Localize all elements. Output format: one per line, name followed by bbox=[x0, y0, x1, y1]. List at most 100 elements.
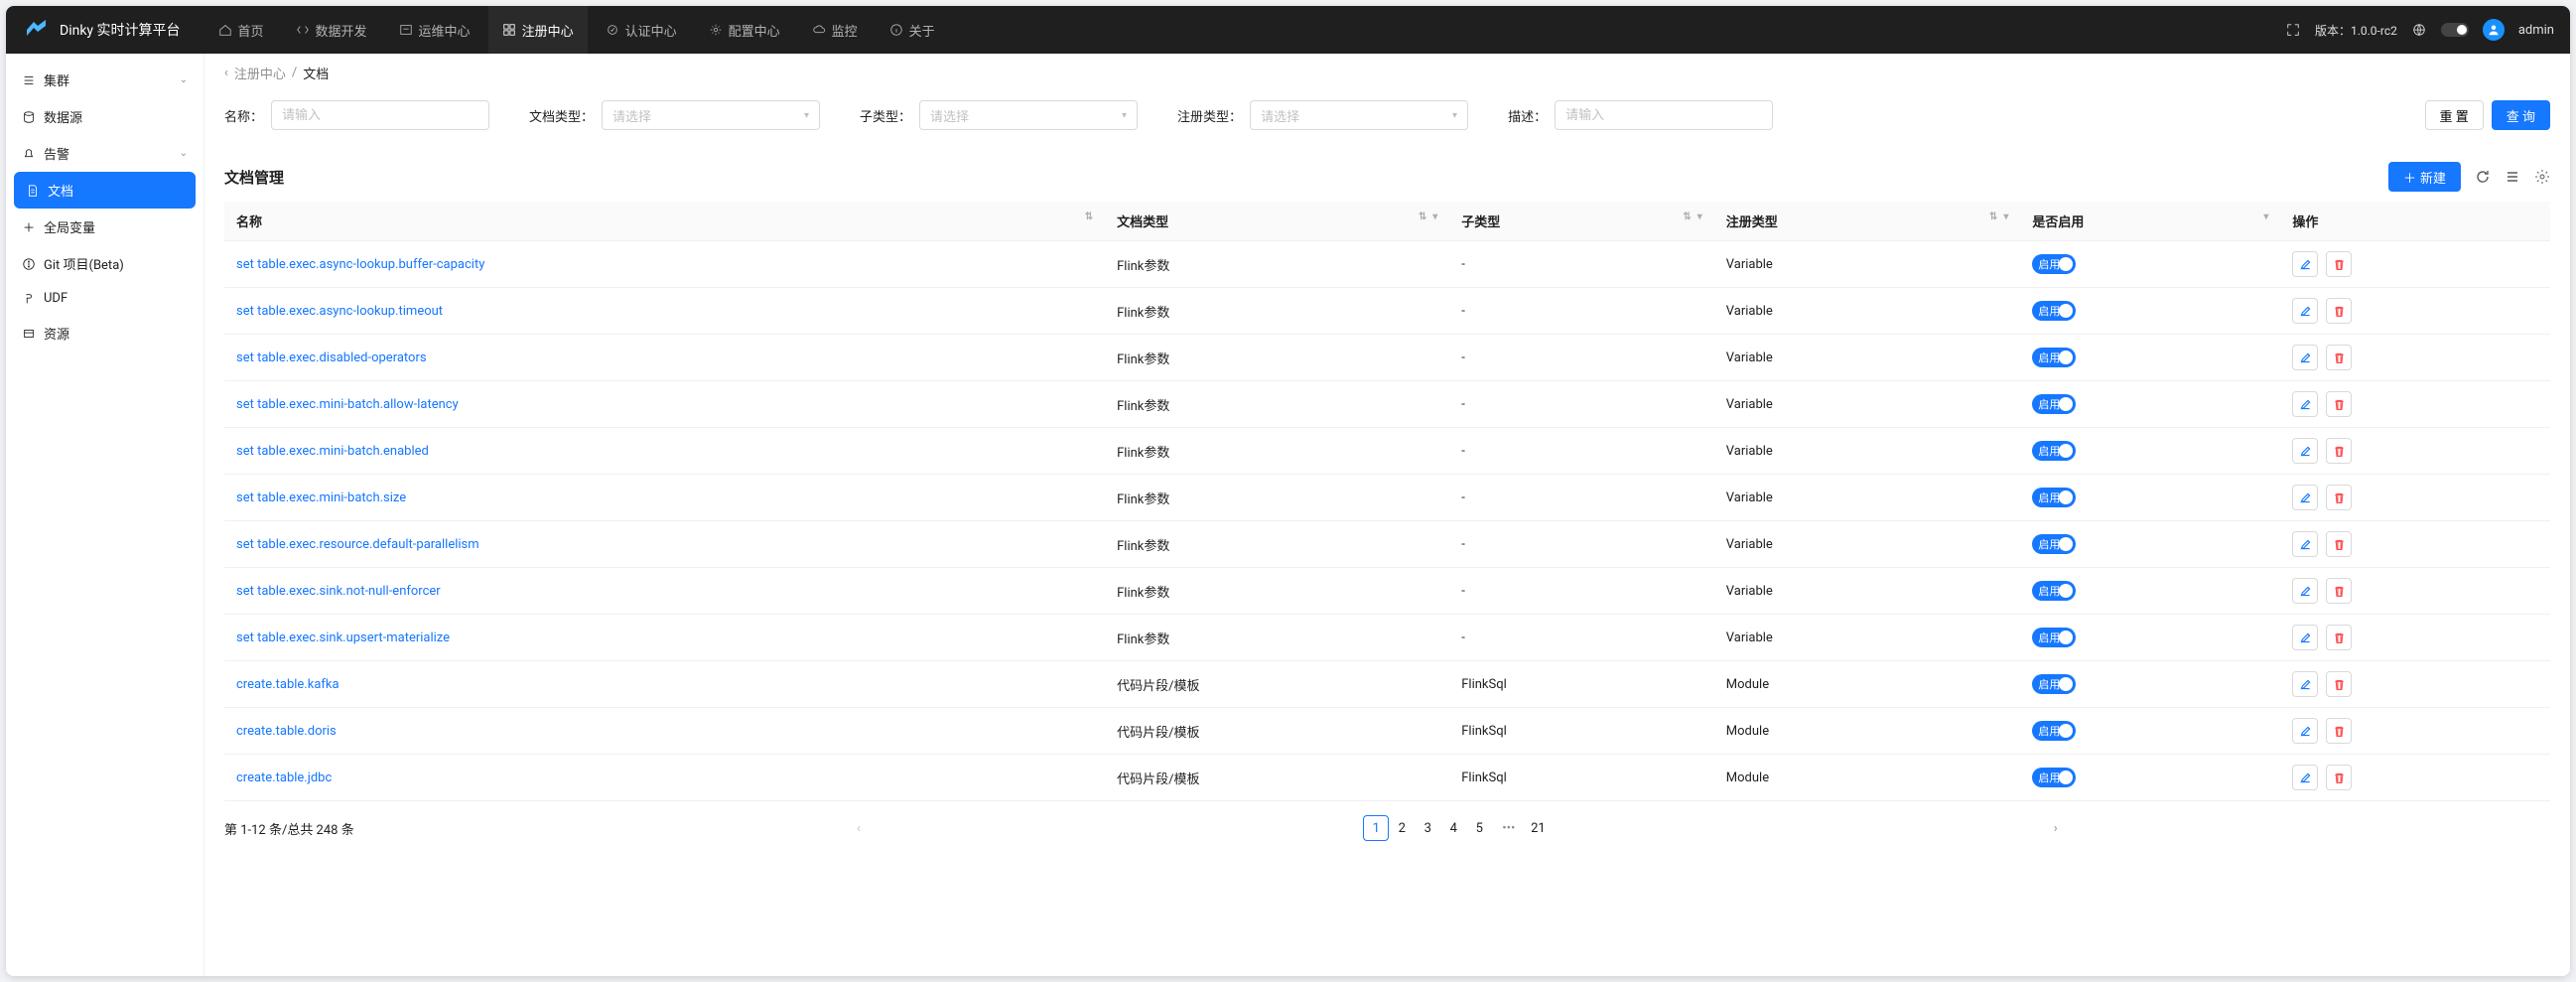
row-name-link[interactable]: set table.exec.mini-batch.size bbox=[236, 491, 406, 505]
edit-button[interactable] bbox=[2292, 438, 2318, 464]
sidebar-item-bell[interactable]: 告警⌄ bbox=[6, 135, 203, 172]
filter-regtype-select[interactable]: 请选择▾ bbox=[1250, 100, 1468, 130]
row-name-link[interactable]: set table.exec.sink.upsert-materialize bbox=[236, 631, 450, 645]
page-number[interactable]: 1 bbox=[1363, 815, 1389, 841]
sidebar-item-var[interactable]: 全局变量 bbox=[6, 209, 203, 245]
filter-icon[interactable]: ▾ bbox=[2263, 211, 2268, 222]
page-last[interactable]: 21 bbox=[1525, 815, 1551, 841]
edit-button[interactable] bbox=[2292, 345, 2318, 370]
row-name-link[interactable]: set table.exec.mini-batch.allow-latency bbox=[236, 397, 459, 412]
page-number[interactable]: 5 bbox=[1466, 815, 1492, 841]
theme-toggle[interactable] bbox=[2441, 23, 2469, 37]
delete-button[interactable] bbox=[2326, 625, 2352, 650]
col-enabled[interactable]: 是否启用▾ bbox=[2020, 202, 2280, 241]
sort-icon[interactable]: ⇅ bbox=[1683, 211, 1691, 222]
enable-switch[interactable]: 启用 bbox=[2032, 301, 2076, 321]
delete-button[interactable] bbox=[2326, 485, 2352, 510]
filter-name-input[interactable] bbox=[271, 100, 489, 130]
nav-code[interactable]: 数据开发 bbox=[282, 6, 381, 54]
enable-switch[interactable]: 启用 bbox=[2032, 721, 2076, 741]
filter-subtype-select[interactable]: 请选择▾ bbox=[919, 100, 1138, 130]
chevron-left-icon[interactable]: ‹ bbox=[224, 66, 228, 80]
edit-button[interactable] bbox=[2292, 578, 2318, 604]
col-doctype[interactable]: 文档类型⇅▾ bbox=[1105, 202, 1449, 241]
edit-button[interactable] bbox=[2292, 671, 2318, 697]
enable-switch[interactable]: 启用 bbox=[2032, 441, 2076, 461]
create-button[interactable]: ＋新建 bbox=[2388, 162, 2461, 192]
sort-icon[interactable]: ⇅ bbox=[1989, 211, 1997, 222]
enable-switch[interactable]: 启用 bbox=[2032, 394, 2076, 414]
delete-button[interactable] bbox=[2326, 765, 2352, 790]
sidebar-item-doc[interactable]: 文档 bbox=[14, 172, 196, 209]
edit-button[interactable] bbox=[2292, 625, 2318, 650]
delete-button[interactable] bbox=[2326, 251, 2352, 277]
filter-icon[interactable]: ▾ bbox=[2003, 211, 2008, 222]
username[interactable]: admin bbox=[2518, 23, 2554, 38]
col-subtype[interactable]: 子类型⇅▾ bbox=[1449, 202, 1714, 241]
breadcrumb-parent[interactable]: 注册中心 bbox=[234, 64, 286, 82]
row-name-link[interactable]: set table.exec.async-lookup.timeout bbox=[236, 304, 443, 319]
delete-button[interactable] bbox=[2326, 345, 2352, 370]
delete-button[interactable] bbox=[2326, 391, 2352, 417]
edit-button[interactable] bbox=[2292, 251, 2318, 277]
filter-icon[interactable]: ▾ bbox=[1697, 211, 1702, 222]
edit-button[interactable] bbox=[2292, 531, 2318, 557]
nav-info[interactable]: 关于 bbox=[876, 6, 949, 54]
nav-cloud[interactable]: 监控 bbox=[798, 6, 872, 54]
row-name-link[interactable]: create.table.doris bbox=[236, 724, 337, 739]
query-button[interactable]: 查 询 bbox=[2492, 100, 2550, 130]
delete-button[interactable] bbox=[2326, 671, 2352, 697]
nav-auth[interactable]: 认证中心 bbox=[592, 6, 691, 54]
sort-icon[interactable]: ⇅ bbox=[1419, 211, 1426, 222]
sidebar-item-git[interactable]: Git 项目(Beta) bbox=[6, 245, 203, 282]
delete-button[interactable] bbox=[2326, 718, 2352, 744]
row-name-link[interactable]: set table.exec.disabled-operators bbox=[236, 351, 427, 365]
enable-switch[interactable]: 启用 bbox=[2032, 534, 2076, 554]
delete-button[interactable] bbox=[2326, 578, 2352, 604]
page-prev[interactable]: ‹ bbox=[364, 815, 1354, 841]
settings-icon[interactable] bbox=[2534, 169, 2550, 185]
lang-icon[interactable] bbox=[2411, 22, 2427, 38]
row-name-link[interactable]: set table.exec.async-lookup.buffer-capac… bbox=[236, 257, 484, 272]
avatar[interactable] bbox=[2483, 19, 2505, 41]
delete-button[interactable] bbox=[2326, 438, 2352, 464]
page-number[interactable]: 4 bbox=[1440, 815, 1466, 841]
sidebar-item-res[interactable]: 资源 bbox=[6, 315, 203, 351]
delete-button[interactable] bbox=[2326, 298, 2352, 324]
density-icon[interactable] bbox=[2505, 169, 2520, 185]
nav-gear[interactable]: 配置中心 bbox=[695, 6, 794, 54]
edit-button[interactable] bbox=[2292, 765, 2318, 790]
enable-switch[interactable]: 启用 bbox=[2032, 768, 2076, 787]
enable-switch[interactable]: 启用 bbox=[2032, 488, 2076, 507]
row-name-link[interactable]: set table.exec.sink.not-null-enforcer bbox=[236, 584, 441, 599]
nav-home[interactable]: 首页 bbox=[204, 6, 278, 54]
fullscreen-icon[interactable] bbox=[2285, 22, 2301, 38]
col-name[interactable]: 名称⇅ bbox=[224, 202, 1105, 241]
edit-button[interactable] bbox=[2292, 485, 2318, 510]
enable-switch[interactable]: 启用 bbox=[2032, 674, 2076, 694]
enable-switch[interactable]: 启用 bbox=[2032, 581, 2076, 601]
delete-button[interactable] bbox=[2326, 531, 2352, 557]
row-name-link[interactable]: set table.exec.mini-batch.enabled bbox=[236, 444, 429, 459]
sort-icon[interactable]: ⇅ bbox=[1085, 211, 1093, 222]
sidebar-item-db[interactable]: 数据源 bbox=[6, 98, 203, 135]
row-name-link[interactable]: set table.exec.resource.default-parallel… bbox=[236, 537, 479, 552]
nav-ops[interactable]: 运维中心 bbox=[385, 6, 484, 54]
filter-desc-input[interactable] bbox=[1555, 100, 1773, 130]
filter-doctype-select[interactable]: 请选择▾ bbox=[602, 100, 820, 130]
enable-switch[interactable]: 启用 bbox=[2032, 628, 2076, 647]
row-name-link[interactable]: create.table.jdbc bbox=[236, 771, 332, 785]
edit-button[interactable] bbox=[2292, 391, 2318, 417]
enable-switch[interactable]: 启用 bbox=[2032, 254, 2076, 274]
col-regtype[interactable]: 注册类型⇅▾ bbox=[1714, 202, 2021, 241]
row-name-link[interactable]: create.table.kafka bbox=[236, 677, 339, 692]
edit-button[interactable] bbox=[2292, 298, 2318, 324]
edit-button[interactable] bbox=[2292, 718, 2318, 744]
nav-reg[interactable]: 注册中心 bbox=[488, 6, 588, 54]
sidebar-item-fn[interactable]: UDF bbox=[6, 282, 203, 315]
page-number[interactable]: 2 bbox=[1389, 815, 1415, 841]
enable-switch[interactable]: 启用 bbox=[2032, 348, 2076, 367]
page-next[interactable]: › bbox=[1560, 815, 2550, 841]
reset-button[interactable]: 重 置 bbox=[2425, 100, 2484, 130]
refresh-icon[interactable] bbox=[2475, 169, 2491, 185]
